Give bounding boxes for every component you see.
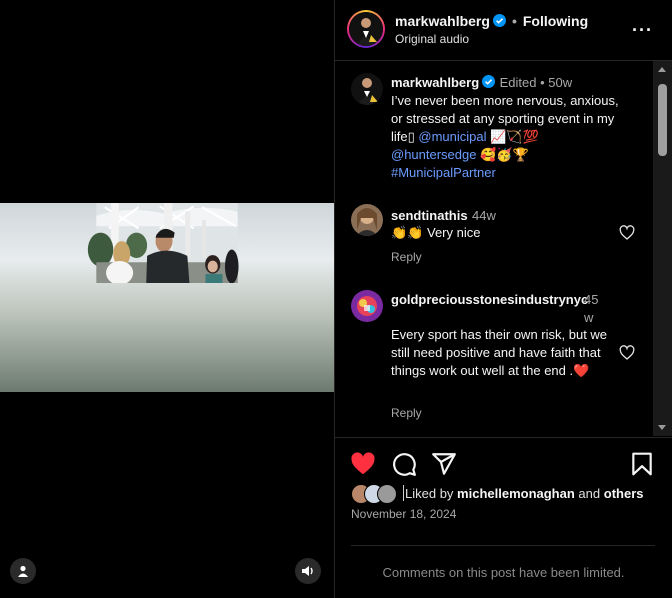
verified-icon [482, 75, 496, 88]
caption-emojis-2: 🥰🥳🏆 [480, 147, 529, 162]
comment-username-wrap: goldpreciousstonesindustrynyc [391, 291, 601, 309]
actions-divider [335, 437, 672, 438]
reel-video[interactable] [0, 203, 334, 392]
caption-avatar-image [351, 73, 383, 105]
comment-username[interactable]: goldpreciousstonesindustrynyc [391, 292, 588, 307]
caption-missing-glyph: ▯ [407, 129, 415, 144]
comment-time[interactable]: 44w [472, 208, 496, 223]
caption-meta-row: markwahlberg Edited • 50w [391, 74, 572, 92]
separator-dot: • [536, 75, 549, 90]
post-date[interactable]: November 18, 2024 [351, 507, 456, 521]
post-panel: markwahlberg • Following Original audio ··… [335, 0, 672, 598]
like-comment-icon[interactable] [619, 225, 635, 241]
header-name-row: markwahlberg • Following [395, 13, 588, 29]
scroll-up-arrow[interactable] [658, 67, 666, 72]
bookmark-icon[interactable] [629, 451, 655, 477]
comment-time[interactable]: 45w [584, 291, 600, 327]
scroll-thumb[interactable] [658, 84, 667, 156]
caption-text: I’ve never been more nervous, anxious, o… [391, 92, 631, 182]
mention-link[interactable]: @municipal [418, 129, 486, 144]
person-icon [18, 565, 28, 577]
liked-by-prefix: Liked by [405, 486, 454, 501]
liked-by-user[interactable]: michellemonaghan [457, 486, 575, 501]
liker-avatar[interactable] [377, 484, 397, 504]
liked-by-row: Liked by michellemonaghan and others [351, 484, 671, 504]
mention-link[interactable]: @huntersedge [391, 147, 476, 162]
caption-emojis-1: 📈🏹💯 [490, 129, 539, 144]
commenter-avatar[interactable] [351, 204, 383, 236]
commenter-avatar[interactable] [351, 290, 383, 322]
media-pane [0, 0, 334, 598]
speaker-icon [302, 566, 313, 576]
caption-username[interactable]: markwahlberg [391, 75, 479, 90]
post-header: markwahlberg • Following Original audio ··… [335, 0, 672, 61]
volume-button[interactable] [295, 558, 321, 584]
separator-dot: • [511, 13, 517, 29]
scroll-down-arrow[interactable] [658, 425, 666, 430]
comments-scrollbar[interactable] [653, 61, 672, 436]
author-avatar-image [349, 12, 383, 46]
share-icon[interactable] [431, 451, 457, 477]
reply-button[interactable]: Reply [391, 406, 422, 420]
verified-icon [492, 14, 506, 27]
author-avatar[interactable] [347, 10, 385, 48]
caption-time[interactable]: 50w [548, 75, 572, 90]
following-button[interactable]: Following [523, 13, 588, 29]
reply-button[interactable]: Reply [391, 250, 422, 264]
limited-divider [351, 545, 655, 546]
author-username[interactable]: markwahlberg [395, 13, 490, 29]
liked-by-and: and [578, 486, 601, 501]
comments-list[interactable]: markwahlberg Edited • 50w I’ve never bee… [335, 61, 653, 436]
liked-by-text: Liked by michellemonaghan and others [405, 486, 643, 501]
caption-avatar[interactable] [351, 73, 383, 105]
commenter-avatar-image [351, 290, 383, 322]
like-comment-icon[interactable] [619, 345, 635, 361]
tagged-users-button[interactable] [10, 558, 36, 584]
video-frame-scene [87, 203, 239, 283]
heart-filled-icon[interactable] [350, 451, 376, 477]
comment-text: 👏👏 Very nice [391, 225, 481, 240]
comment-text: Every sport has their own risk, but we s… [391, 327, 608, 378]
comment-meta-row: sendtinathis 44w [391, 207, 496, 225]
comment-icon[interactable] [391, 451, 417, 477]
text-cursor [403, 485, 404, 501]
comments-limited-notice: Comments on this post have been limited. [382, 565, 625, 580]
more-horizontal-icon[interactable]: ··· [632, 20, 653, 41]
liked-by-others[interactable]: others [604, 486, 644, 501]
caption-edited: Edited [499, 75, 537, 90]
comment-username[interactable]: sendtinathis [391, 208, 468, 223]
commenter-avatar-image [351, 204, 383, 236]
hashtag-link[interactable]: #MunicipalPartner [391, 165, 496, 180]
original-audio-link[interactable]: Original audio [395, 32, 469, 46]
